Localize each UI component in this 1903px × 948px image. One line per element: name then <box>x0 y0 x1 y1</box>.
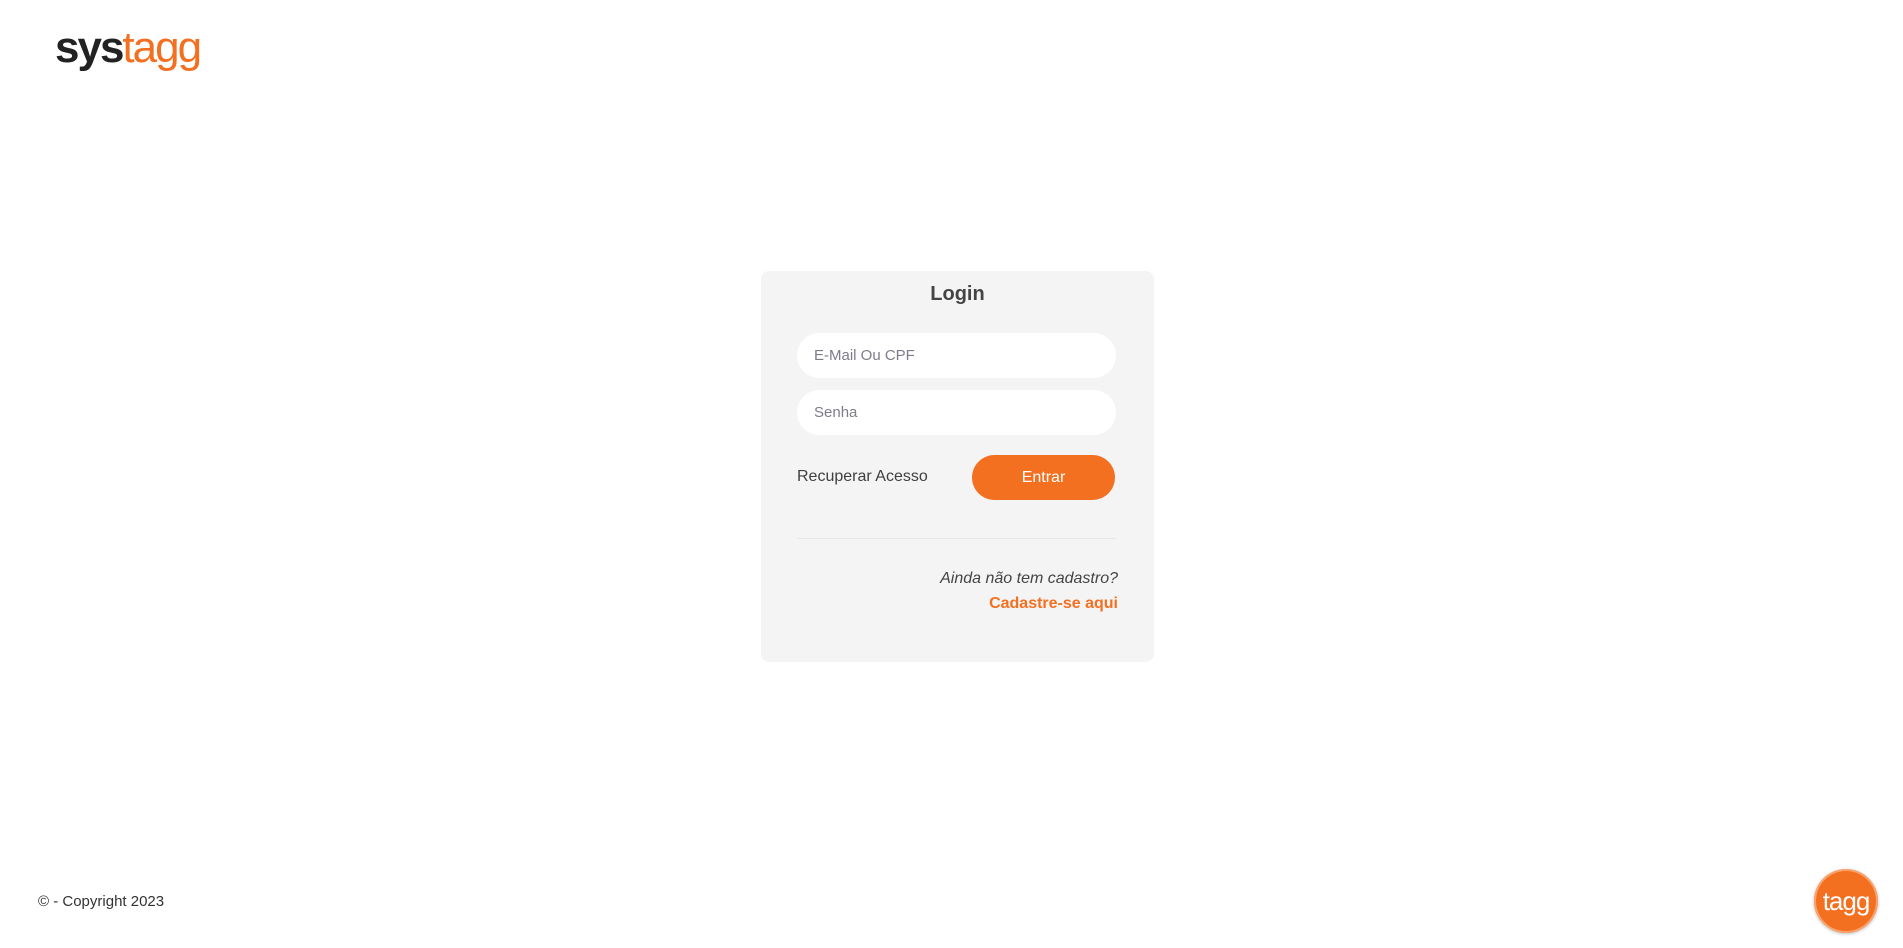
systagg-logo[interactable]: sys tagg <box>55 22 202 74</box>
login-title: Login <box>930 283 985 305</box>
login-page: systagg Login Recuperar Acesso Entrar Ai… <box>0 0 1903 948</box>
email-cpf-input[interactable] <box>797 333 1116 378</box>
copyright-text: © - Copyright 2023 <box>38 893 165 910</box>
password-input[interactable] <box>797 390 1116 435</box>
login-button[interactable]: Entrar <box>972 455 1115 500</box>
badge-text: tagg <box>1822 885 1871 916</box>
login-card: Login Recuperar Acesso Entrar Ainda não … <box>761 271 1154 662</box>
tagg-logo-icon[interactable]: tagg <box>1814 869 1878 933</box>
signup-link[interactable]: Cadastre-se aqui <box>989 595 1118 613</box>
logo-tagg-text: tagg <box>122 23 202 72</box>
card-divider <box>797 538 1116 539</box>
logo-sys-text: sys <box>55 23 124 72</box>
recover-access-link[interactable]: Recuperar Acesso <box>797 468 928 486</box>
signup-question: Ainda não tem cadastro? <box>940 570 1118 587</box>
